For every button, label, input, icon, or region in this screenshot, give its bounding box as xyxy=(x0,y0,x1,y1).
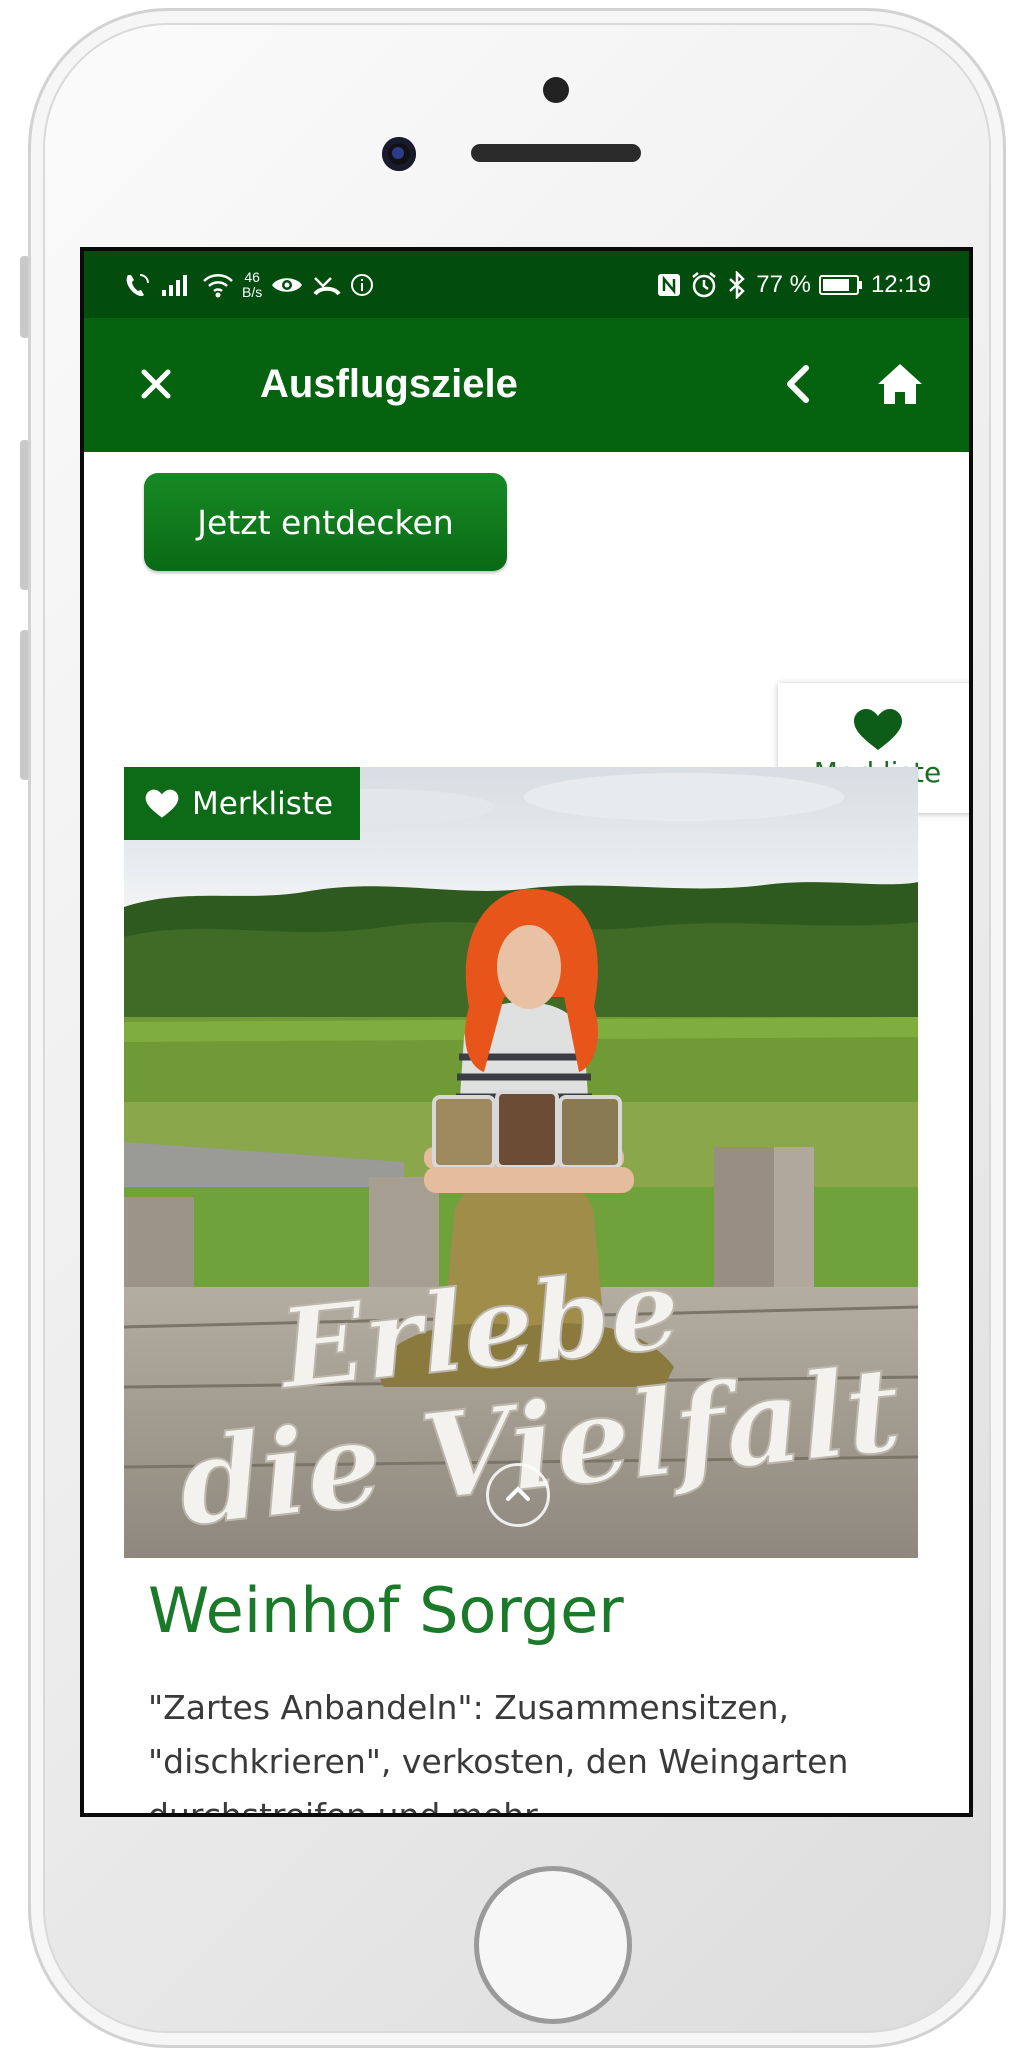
missed-call-icon xyxy=(313,276,341,295)
nfc-icon xyxy=(658,273,681,296)
page-title: Ausflugsziele xyxy=(260,362,518,406)
proximity-sensor xyxy=(543,77,569,103)
heart-icon xyxy=(853,708,902,750)
back-button[interactable] xyxy=(772,356,828,412)
network-speed-value: 46 xyxy=(244,268,260,285)
home-icon xyxy=(878,364,922,404)
heart-icon xyxy=(145,789,179,818)
app-bar: Ausflugsziele xyxy=(84,318,969,452)
close-button[interactable] xyxy=(128,356,184,412)
battery-icon xyxy=(818,274,862,295)
wifi-call-icon xyxy=(126,273,149,296)
status-bar: 46 B/s 77 % 12:19 xyxy=(84,251,969,318)
eye-icon xyxy=(272,277,303,292)
clock: 12:19 xyxy=(870,270,931,298)
network-speed: 46 B/s xyxy=(242,268,263,300)
card-title[interactable]: Weinhof Sorger xyxy=(148,1571,624,1652)
chevron-up-icon xyxy=(506,1486,530,1501)
alarm-icon xyxy=(692,271,717,297)
phone-screen: 46 B/s 77 % 12:19 Ausflugsziele Jetzt en… xyxy=(80,247,973,1817)
card-description: "Zartes Anbandeln": Zusammensitzen, "dis… xyxy=(148,1688,849,1817)
merkliste-badge[interactable]: Merkliste xyxy=(124,767,360,840)
chevron-left-icon xyxy=(787,365,809,403)
signal-icon xyxy=(162,274,187,296)
status-icons-left: 46 B/s xyxy=(122,268,374,300)
status-icons-right: 77 % 12:19 xyxy=(656,270,931,299)
vineyard-photo: Erlebe die Vielfalt xyxy=(124,767,918,1558)
network-speed-unit: B/s xyxy=(242,283,263,300)
card-image[interactable]: Erlebe die Vielfalt xyxy=(124,767,918,1558)
front-camera xyxy=(382,137,416,171)
home-nav-button[interactable] xyxy=(870,354,930,414)
earpiece-speaker xyxy=(471,144,641,162)
battery-percent: 77 % xyxy=(756,270,811,298)
bluetooth-icon xyxy=(729,270,746,299)
merkliste-badge-label: Merkliste xyxy=(192,785,334,822)
discover-now-button[interactable]: Jetzt entdecken xyxy=(144,473,507,571)
home-button[interactable] xyxy=(474,1866,632,2024)
close-icon xyxy=(141,369,171,399)
info-icon xyxy=(351,273,374,296)
wifi-icon xyxy=(203,273,233,297)
scroll-up-button[interactable] xyxy=(486,1463,550,1527)
